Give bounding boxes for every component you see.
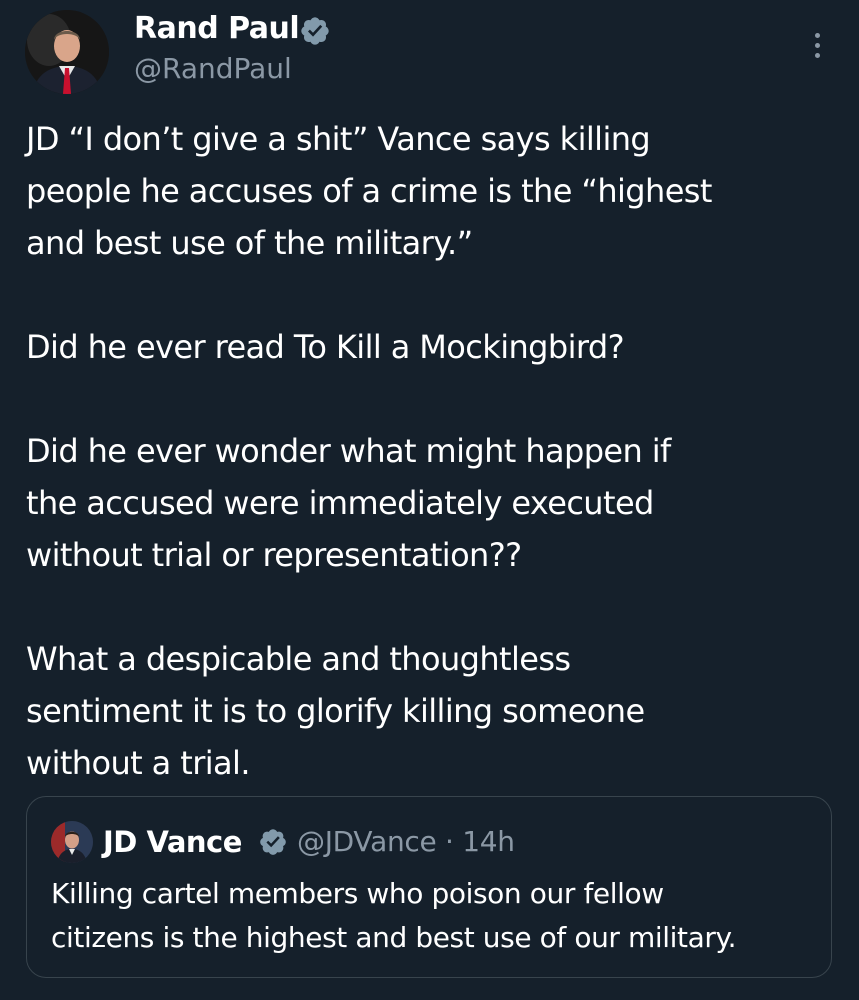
quoted-text-line: citizens is the highest and best use of …: [51, 921, 737, 954]
tweet-text-line: sentiment it is to glorify killing someo…: [26, 692, 645, 730]
quoted-author-avatar-image: [51, 821, 93, 863]
more-dot: [814, 32, 820, 38]
tweet-text-line: and best use of the military.”: [26, 224, 473, 262]
more-dot: [814, 52, 820, 58]
quoted-text-line: Killing cartel members who poison our fe…: [51, 877, 664, 910]
verified-badge-icon[interactable]: [258, 827, 288, 857]
author-handle[interactable]: @RandPaul: [134, 50, 292, 88]
quoted-author-handle[interactable]: @JDVance: [297, 825, 437, 858]
author-avatar[interactable]: [25, 10, 109, 94]
tweet-text-line: JD “I don’t give a shit” Vance says kill…: [26, 120, 651, 158]
author-avatar-image: [25, 10, 109, 94]
more-options-icon[interactable]: [802, 24, 832, 66]
tweet-text-line: the accused were immediately executed: [26, 484, 654, 522]
verified-badge-icon[interactable]: [299, 15, 331, 47]
quoted-meta: @JDVance · 14h: [297, 822, 515, 862]
quoted-tweet-text: Killing cartel members who poison our fe…: [51, 872, 821, 960]
quoted-author-name[interactable]: JD Vance: [103, 822, 242, 862]
tweet-text-line: Did he ever wonder what might happen if: [26, 432, 671, 470]
tweet-text-line: people he accuses of a crime is the “hig…: [26, 172, 712, 210]
meta-separator: ·: [436, 825, 463, 858]
tweet-text: JD “I don’t give a shit” Vance says kill…: [26, 113, 846, 789]
quoted-author-avatar[interactable]: [51, 821, 93, 863]
tweet-text-line: without trial or representation??: [26, 536, 522, 574]
quoted-timestamp[interactable]: 14h: [462, 825, 515, 858]
tweet-text-line: Did he ever read To Kill a Mockingbird?: [26, 328, 625, 366]
tweet-text-line: without a trial.: [26, 744, 251, 782]
more-dot: [814, 42, 820, 48]
quoted-tweet-card[interactable]: JD Vance @JDVance · 14h Killing cartel m…: [26, 796, 832, 978]
author-name[interactable]: Rand Paul: [134, 8, 300, 50]
tweet-text-line: What a despicable and thoughtless: [26, 640, 571, 678]
